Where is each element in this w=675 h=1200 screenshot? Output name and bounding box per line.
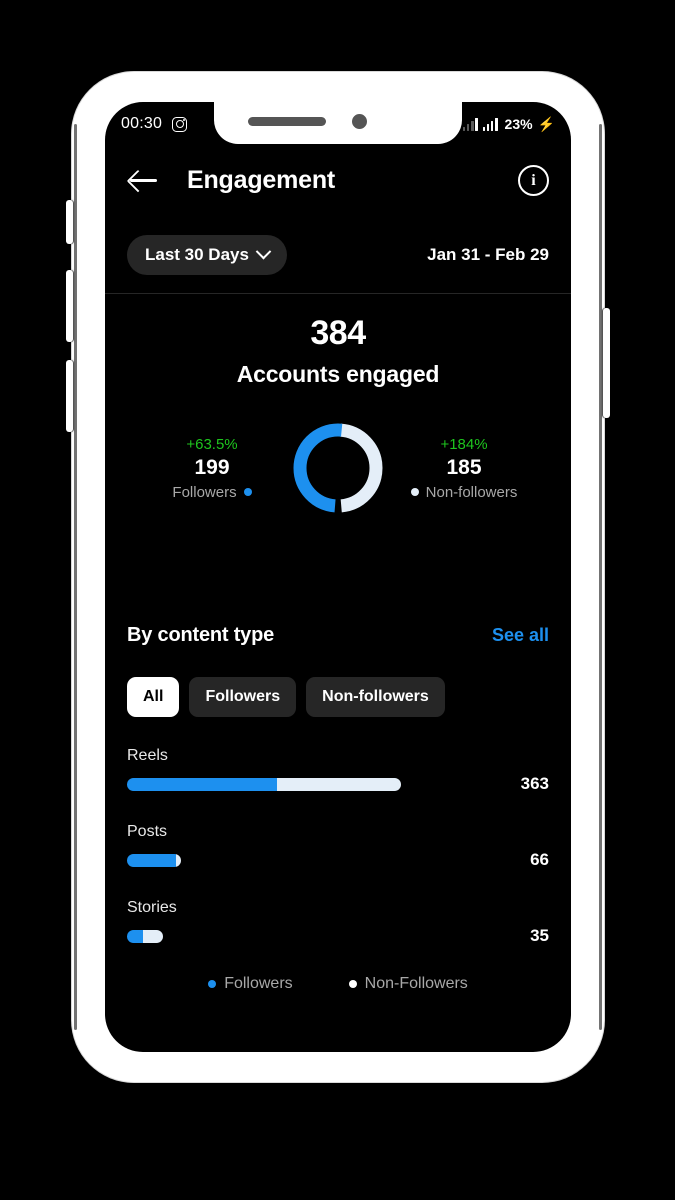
bar-line-reels: 363 <box>127 774 549 794</box>
bar-value-reels: 363 <box>520 774 549 793</box>
screenshot-stage: 00:30 23% ⚡ Engagement i Last 30 Days Ja… <box>0 0 675 1200</box>
bar-value-stories: 35 <box>530 926 549 945</box>
bar-label-posts: Posts <box>127 823 168 840</box>
chart-legend: Followers Non-Followers <box>127 975 549 993</box>
bar-value-posts: 66 <box>530 850 549 869</box>
bar-segment-non-followers-reels <box>277 777 401 791</box>
bar-row-posts: Posts 66 <box>127 823 549 870</box>
followers-legend-dot <box>243 488 252 496</box>
phone-frame: 00:30 23% ⚡ Engagement i Last 30 Days Ja… <box>66 72 610 1082</box>
non-followers-legend-dot <box>410 488 419 496</box>
bar-line-posts: 66 <box>127 850 549 870</box>
followers-value: 199 <box>194 455 230 479</box>
bar-track-stories <box>127 929 163 943</box>
front-camera <box>352 114 367 129</box>
non-followers-stat-block: +184% 185 Non-followers <box>388 436 540 501</box>
non-followers-legend: Non-followers <box>388 484 540 501</box>
bar-segment-non-followers-stories <box>143 929 163 943</box>
legend-dot-followers <box>208 980 217 988</box>
app-header: Engagement i <box>105 144 571 216</box>
accounts-engaged-count: 384 <box>310 314 366 352</box>
legend-item-followers: Followers <box>208 975 293 993</box>
info-circle-icon[interactable]: i <box>518 164 549 196</box>
volume-down-button[interactable] <box>66 360 74 432</box>
non-followers-legend-label: Non-followers <box>425 483 518 501</box>
bar-label-stories: Stories <box>127 899 177 916</box>
date-range-text: Jan 31 - Feb 29 <box>427 244 549 264</box>
non-followers-value: 185 <box>446 455 482 479</box>
bar-track-posts <box>127 853 181 867</box>
bar-line-stories: 35 <box>127 926 549 946</box>
lightning-bolt-icon: ⚡ <box>537 116 555 132</box>
status-bar-left: 00:30 <box>121 113 188 133</box>
display-notch <box>214 102 462 144</box>
donut-svg <box>293 423 383 513</box>
chip-followers[interactable]: Followers <box>189 677 297 717</box>
signal-bars-sim1 <box>462 117 478 131</box>
info-icon-letter: i <box>531 171 536 189</box>
content-type-header: By content type See all <box>127 624 549 647</box>
engagement-overview: 384 Accounts engaged +63.5% 199 Follower… <box>105 294 571 518</box>
followers-legend-label: Followers <box>172 483 237 501</box>
battery-percent: 23% <box>504 116 533 132</box>
instagram-icon <box>172 116 188 132</box>
chevron-down-icon <box>255 243 272 260</box>
bar-segment-followers-reels <box>127 777 277 791</box>
date-range-dropdown-label: Last 30 Days <box>145 244 249 264</box>
bar-row-reels: Reels 363 <box>127 747 549 794</box>
bar-row-stories: Stories 35 <box>127 899 549 946</box>
chip-non-followers[interactable]: Non-followers <box>306 677 445 717</box>
followers-stat-block: +63.5% 199 Followers <box>136 436 288 501</box>
status-bar-right: 23% ⚡ <box>462 114 555 132</box>
followers-legend: Followers <box>136 484 288 501</box>
bar-track-reels <box>127 777 401 791</box>
status-time: 00:30 <box>121 115 163 132</box>
see-all-link[interactable]: See all <box>492 625 549 646</box>
frame-edge-left <box>74 124 77 1030</box>
engagement-donut-chart <box>288 418 388 518</box>
bar-label-reels: Reels <box>127 747 168 764</box>
earpiece-speaker <box>248 117 326 126</box>
bar-segment-followers-posts <box>127 853 176 867</box>
legend-label-followers: Followers <box>224 975 293 992</box>
bar-segment-followers-stories <box>127 929 143 943</box>
bar-segment-non-followers-posts <box>176 853 181 867</box>
frame-edge-right <box>599 124 602 1030</box>
donut-breakdown-row: +63.5% 199 Followers +184% 185 Non-follo… <box>105 418 571 518</box>
content-type-section: By content type See all All Followers No… <box>105 624 571 993</box>
accounts-engaged-label: Accounts engaged <box>236 361 440 387</box>
legend-label-non-followers: Non-Followers <box>364 975 468 992</box>
audience-filter-chips: All Followers Non-followers <box>127 677 549 717</box>
signal-bars-sim2 <box>482 117 498 131</box>
page-title: Engagement <box>187 165 336 194</box>
chip-all[interactable]: All <box>127 677 180 717</box>
power-button[interactable] <box>602 308 610 418</box>
followers-delta: +63.5% <box>186 435 238 453</box>
content-type-title: By content type <box>127 624 275 646</box>
date-range-dropdown[interactable]: Last 30 Days <box>127 234 287 275</box>
non-followers-delta: +184% <box>440 435 488 453</box>
content-type-bar-chart: Reels 363 Posts 66 Stories 35 <box>127 747 549 946</box>
phone-screen: 00:30 23% ⚡ Engagement i Last 30 Days Ja… <box>105 102 571 1052</box>
legend-dot-non-followers <box>348 980 357 988</box>
back-arrow-icon[interactable] <box>127 163 161 197</box>
mute-switch-button[interactable] <box>66 200 74 244</box>
volume-up-button[interactable] <box>66 270 74 342</box>
legend-item-non-followers: Non-Followers <box>348 975 468 993</box>
filter-bar: Last 30 Days Jan 31 - Feb 29 <box>105 216 571 294</box>
